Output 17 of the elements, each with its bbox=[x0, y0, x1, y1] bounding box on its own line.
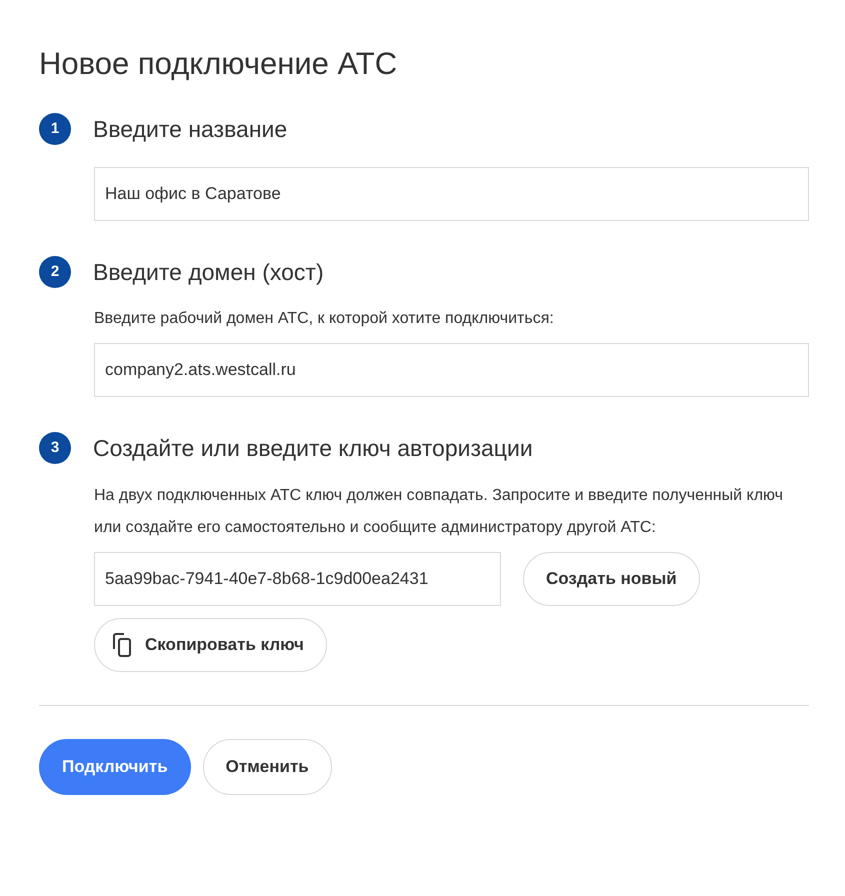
connect-button[interactable]: Подключить bbox=[39, 738, 191, 794]
text-field[interactable]: 5aa99bac-7941-40e7-8b68-1c9d00ea2431 bbox=[94, 552, 501, 606]
step-description: Введите рабочий домен АТС, к которой хотите подключиться: bbox=[94, 309, 555, 329]
page-title: Новое подключение АТС bbox=[39, 45, 398, 83]
cancel-button[interactable]: Отменить bbox=[202, 738, 332, 794]
create-button[interactable]: Создать новый bbox=[523, 552, 700, 606]
text-field[interactable]: Наш офис в Саратове bbox=[94, 166, 809, 220]
step-number: 3 bbox=[39, 432, 71, 464]
step-title: Введите домен (хост) bbox=[93, 258, 324, 287]
step-description: На двух подключенных АТС ключ должен совпадать. Запросите и введите полученный ключ или создайте его самостоятельно и сообщите администратору другой АТС: bbox=[94, 486, 784, 538]
step-number: 1 bbox=[39, 113, 71, 146]
text-field[interactable]: company2.ats.westcall.ru bbox=[94, 343, 809, 397]
step-title: Создайте или введите ключ авторизации bbox=[93, 434, 533, 463]
step-number: 2 bbox=[39, 256, 71, 288]
copy-key-button[interactable]: Скопировать ключ bbox=[94, 618, 327, 672]
copy-icon bbox=[111, 632, 133, 658]
step-title: Введите название bbox=[93, 115, 288, 144]
